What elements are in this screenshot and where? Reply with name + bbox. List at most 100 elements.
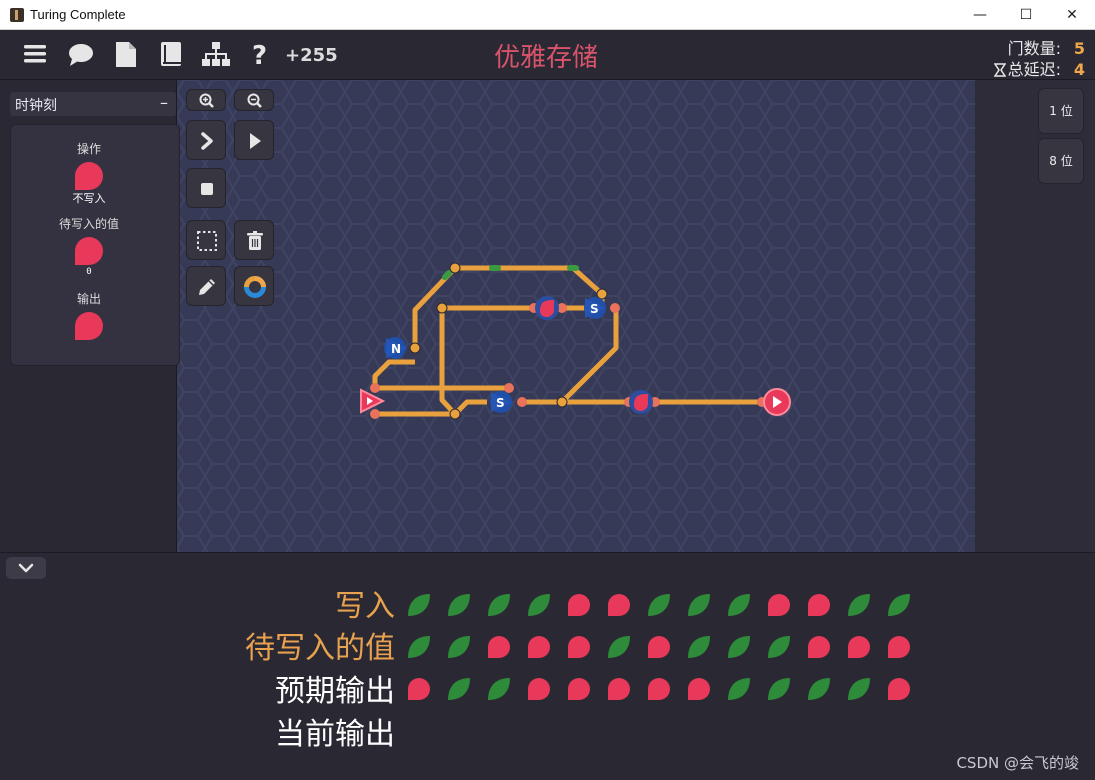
test-value-on xyxy=(768,636,790,658)
window-titlebar: Turing Complete — ☐ ✕ xyxy=(0,0,1095,30)
menu-icon[interactable] xyxy=(22,40,50,68)
hierarchy-icon[interactable] xyxy=(202,40,230,68)
select-button[interactable] xyxy=(186,220,226,260)
collapse-section-icon[interactable]: – xyxy=(160,93,168,112)
switch-gate-top-label: S xyxy=(590,302,599,316)
board-canvas[interactable]: N S S xyxy=(177,80,975,552)
eight-bit-button[interactable]: 8 位 xyxy=(1038,138,1084,184)
delay-node-bottom[interactable] xyxy=(629,390,653,414)
circuit-board[interactable]: N S S xyxy=(176,80,975,552)
test-value-off xyxy=(568,636,590,658)
test-value-off xyxy=(648,678,670,700)
test-value-on xyxy=(728,636,750,658)
stop-button[interactable] xyxy=(186,168,226,208)
test-value-on xyxy=(688,594,710,616)
io-value-operation: 不写入 xyxy=(72,192,106,205)
select-icon xyxy=(197,231,217,251)
close-button[interactable]: ✕ xyxy=(1049,0,1095,30)
component-section-header[interactable]: 时钟刻 – xyxy=(10,92,176,116)
hourglass-icon xyxy=(993,63,1006,77)
test-value-on xyxy=(448,636,470,658)
output-display-pin xyxy=(75,312,103,340)
help-icon[interactable]: ? xyxy=(247,40,275,71)
pending-value-input-pin[interactable] xyxy=(74,236,104,266)
test-value-off xyxy=(888,636,910,658)
pencil-button[interactable] xyxy=(186,266,226,306)
delay-value: 4 xyxy=(1073,60,1085,79)
switch-gate-bottom[interactable]: S xyxy=(490,391,512,413)
test-value-off xyxy=(608,594,630,616)
test-value-off xyxy=(568,678,590,700)
test-value-on xyxy=(528,594,550,616)
test-value-off xyxy=(768,594,790,616)
test-value-on xyxy=(448,678,470,700)
score-counter: +255 xyxy=(285,45,338,66)
zoom-out-icon xyxy=(247,93,262,108)
test-value-on xyxy=(848,678,870,700)
delay-node-top[interactable] xyxy=(535,296,559,320)
test-value-on xyxy=(888,594,910,616)
pencil-icon xyxy=(199,279,215,295)
level-title: 优雅存储 xyxy=(494,43,599,73)
step-button[interactable] xyxy=(186,120,226,160)
operation-input-pin[interactable] xyxy=(74,161,104,191)
zoom-in-button[interactable] xyxy=(186,89,226,111)
row-label-write: 写入 xyxy=(335,589,395,624)
book-icon[interactable] xyxy=(157,40,185,68)
document-icon[interactable] xyxy=(112,40,140,68)
io-label-pending-value: 待写入的值 xyxy=(58,217,119,231)
zoom-in-icon xyxy=(199,93,214,108)
output-pin[interactable] xyxy=(763,388,791,416)
color-wheel-icon xyxy=(244,276,266,298)
test-value-off xyxy=(808,594,830,616)
row-label-expected-output: 预期输出 xyxy=(275,674,395,709)
app-icon xyxy=(10,8,24,22)
test-value-on xyxy=(768,678,790,700)
one-bit-button[interactable]: 1 位 xyxy=(1038,88,1084,134)
chat-icon[interactable] xyxy=(67,40,95,68)
test-value-on xyxy=(448,594,470,616)
io-value-pending: 0 xyxy=(86,267,92,277)
maximize-button[interactable]: ☐ xyxy=(1003,0,1049,30)
row-label-pending-value: 待写入的值 xyxy=(245,631,395,666)
svg-text:?: ? xyxy=(252,41,267,68)
test-value-off xyxy=(568,594,590,616)
chevron-down-icon xyxy=(18,563,34,573)
minimize-button[interactable]: — xyxy=(957,0,1003,30)
switch-gate-top[interactable]: S xyxy=(584,297,606,319)
test-value-on xyxy=(688,636,710,658)
test-value-off xyxy=(688,678,710,700)
zoom-out-button[interactable] xyxy=(234,89,274,111)
delay-label: 总延迟: xyxy=(1007,60,1061,79)
test-value-on xyxy=(408,594,430,616)
test-panel: 写入 待写入的值 预期输出 当前输出 CSDN @会飞的竣 xyxy=(0,552,1095,780)
test-value-off xyxy=(648,636,670,658)
test-value-on xyxy=(608,636,630,658)
stop-icon xyxy=(201,183,213,195)
test-value-off xyxy=(488,636,510,658)
collapse-panel-button[interactable] xyxy=(6,557,46,579)
switch-gate-bottom-label: S xyxy=(496,396,505,410)
row-label-current-output: 当前输出 xyxy=(275,717,395,752)
total-delay: 总延迟: 4 xyxy=(993,56,1085,80)
io-label-operation: 操作 xyxy=(76,142,101,156)
window-title: Turing Complete xyxy=(30,7,126,22)
test-value-off xyxy=(808,636,830,658)
step-icon xyxy=(201,132,213,150)
test-value-on xyxy=(488,678,510,700)
io-label-output: 输出 xyxy=(76,292,101,306)
test-value-off xyxy=(528,636,550,658)
test-value-on xyxy=(808,678,830,700)
trash-icon xyxy=(247,231,263,250)
io-list: 操作 不写入 待写入的值 0 输出 xyxy=(10,124,180,366)
play-button[interactable] xyxy=(234,120,274,160)
test-value-on xyxy=(728,678,750,700)
test-value-off xyxy=(888,678,910,700)
delete-button[interactable] xyxy=(234,220,274,260)
test-value-on xyxy=(408,636,430,658)
play-icon xyxy=(250,133,261,149)
test-value-off xyxy=(408,678,430,700)
color-wheel-button[interactable] xyxy=(234,266,274,306)
test-value-on xyxy=(488,594,510,616)
test-value-on xyxy=(848,594,870,616)
